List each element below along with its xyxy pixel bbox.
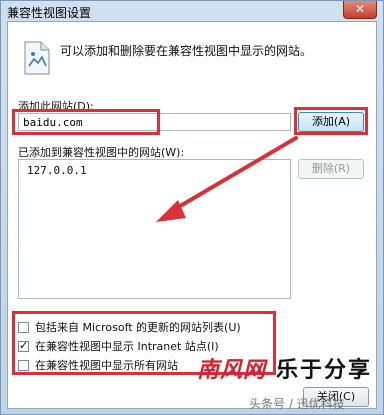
highlight-box-add-button: [294, 107, 368, 135]
list-item[interactable]: 127.0.0.1: [27, 164, 87, 177]
option-label: 包括来自 Microsoft 的更新的网站列表(U): [35, 321, 241, 334]
option-all-sites[interactable]: 在兼容性视图中显示所有网站: [18, 357, 178, 373]
window-title: 兼容性视图设置: [7, 6, 92, 20]
highlight-box-input: [12, 109, 160, 135]
option-label: 在兼容性视图中显示所有网站: [35, 359, 178, 372]
option-label: 在兼容性视图中显示 Intranet 站点(I): [35, 340, 219, 353]
checkbox[interactable]: [18, 321, 29, 333]
red-arrow-annotation: [156, 136, 298, 222]
watermark-brand-black: 乐于分享: [276, 358, 373, 383]
option-intranet[interactable]: 在兼容性视图中显示 Intranet 站点(I): [18, 338, 219, 354]
option-microsoft-list[interactable]: 包括来自 Microsoft 的更新的网站列表(U): [18, 319, 241, 335]
dialog-body: 可以添加和删除要在兼容性视图中显示的网站。 添加此网站(D): 添加(A) 已添…: [7, 21, 377, 409]
window-close-button[interactable]: ✕: [343, 1, 377, 19]
intro-text: 可以添加和删除要在兼容性视图中显示的网站。: [60, 44, 313, 58]
document-icon: [24, 41, 50, 75]
checkbox-checked[interactable]: [18, 339, 29, 352]
title-bar: 兼容性视图设置 ✕: [1, 1, 383, 21]
compatibility-view-dialog: 兼容性视图设置 ✕ 可以添加和删除要在兼容性视图中显示的网站。 添加此网站(D)…: [0, 0, 384, 415]
close-icon: ✕: [354, 2, 366, 16]
watermark-author: 头条号 / 迅优科技: [249, 397, 345, 411]
watermark-brand-red: 南风网: [197, 358, 267, 383]
checkbox[interactable]: [18, 359, 29, 371]
